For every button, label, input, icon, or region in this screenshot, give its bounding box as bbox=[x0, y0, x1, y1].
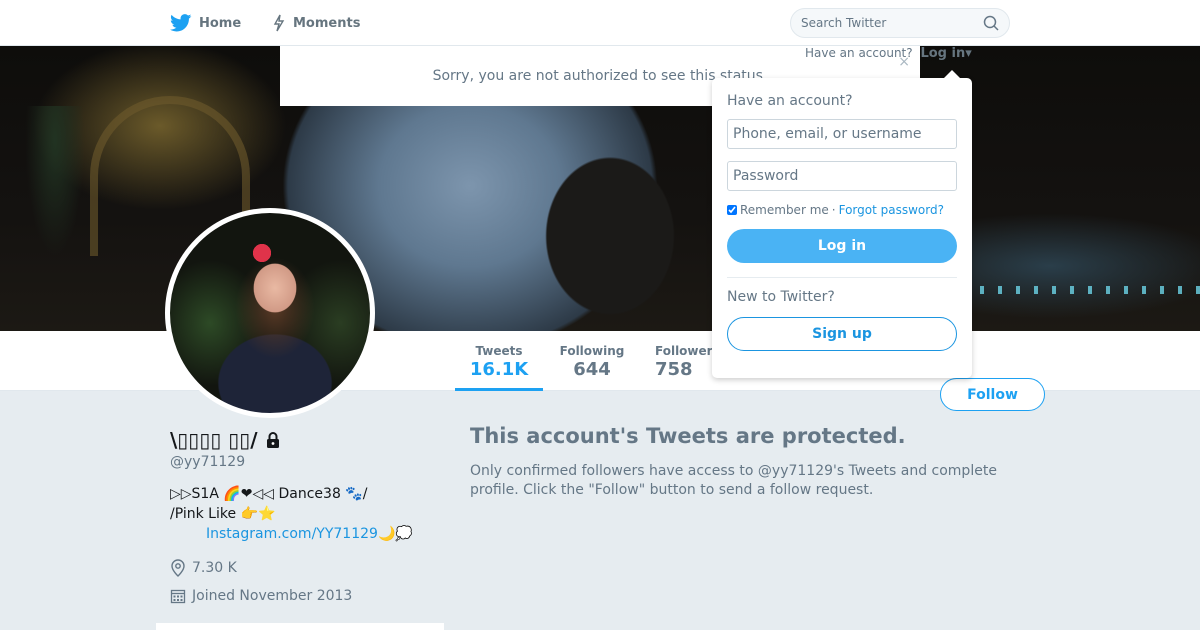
search-box bbox=[790, 8, 1010, 38]
remember-me-label: Remember me bbox=[740, 203, 829, 217]
nav-home[interactable]: Home bbox=[170, 0, 241, 46]
twitter-bird-icon bbox=[170, 14, 192, 32]
avatar[interactable] bbox=[165, 208, 375, 418]
nav-moments-label: Moments bbox=[293, 15, 361, 31]
bio-line-3: Instagram.com/YY71129🌙💭 bbox=[170, 524, 450, 544]
profile-meta: 7.30 K Joined November 2013 bbox=[170, 554, 450, 610]
stat-tweets-label: Tweets bbox=[475, 344, 523, 358]
nav-home-label: Home bbox=[199, 15, 242, 31]
profile-name-row: \▯▯▯▯ ▯▯/ bbox=[170, 428, 450, 452]
chevron-down-icon: ▾ bbox=[965, 46, 972, 61]
calendar-icon bbox=[170, 588, 186, 604]
protected-notice: This account's Tweets are protected. Onl… bbox=[470, 424, 1030, 500]
dropdown-divider bbox=[727, 277, 957, 278]
forgot-password-link[interactable]: Forgot password? bbox=[839, 203, 944, 217]
top-navigation: Home Moments bbox=[0, 0, 1200, 46]
profile-sidebar: \▯▯▯▯ ▯▯/ @yy71129 ▷▷S1A 🌈❤◁◁ Dance38 🐾/… bbox=[170, 428, 450, 610]
lock-icon bbox=[264, 431, 282, 449]
bio-link-suffix: 🌙💭 bbox=[377, 526, 413, 542]
remember-me-checkbox[interactable] bbox=[727, 205, 737, 215]
stat-tweets[interactable]: Tweets 16.1K bbox=[455, 331, 543, 391]
profile-name[interactable]: \▯▯▯▯ ▯▯/ bbox=[170, 428, 258, 452]
search-icon[interactable] bbox=[983, 15, 999, 31]
profile-location: 7.30 K bbox=[192, 560, 237, 576]
login-hint-prompt: Have an account? bbox=[805, 46, 913, 60]
login-dropdown-toggle[interactable]: Log in▾ bbox=[920, 46, 971, 61]
lightning-icon bbox=[272, 14, 286, 32]
header-lights-decoration bbox=[980, 286, 1200, 294]
bio-line-2: /Pink Like 👉⭐ bbox=[170, 506, 276, 522]
signup-button[interactable]: Sign up bbox=[727, 317, 957, 351]
password-field[interactable] bbox=[727, 161, 957, 191]
login-dropdown: Have an account? Remember me · Forgot pa… bbox=[712, 70, 972, 378]
remember-row: Remember me · Forgot password? bbox=[727, 203, 957, 217]
stat-following-label: Following bbox=[559, 344, 625, 358]
sidebar-card bbox=[156, 623, 444, 630]
stat-following-value: 644 bbox=[573, 359, 611, 380]
bio-instagram-link[interactable]: Instagram.com/YY71129 bbox=[206, 526, 378, 542]
profile-location-row: 7.30 K bbox=[170, 554, 450, 582]
login-link-label: Log in bbox=[920, 46, 966, 61]
nav-moments[interactable]: Moments bbox=[272, 0, 360, 46]
profile-handle[interactable]: @yy71129 bbox=[170, 454, 450, 470]
stat-following[interactable]: Following 644 bbox=[555, 331, 629, 391]
header-palm-decoration bbox=[20, 106, 90, 276]
follow-button[interactable]: Follow bbox=[940, 378, 1045, 411]
profile-joined-row: Joined November 2013 bbox=[170, 582, 450, 610]
login-dropdown-title: Have an account? bbox=[727, 93, 853, 109]
bio-line-1: ▷▷S1A 🌈❤◁◁ Dance38 🐾/ bbox=[170, 486, 368, 502]
profile-joined: Joined November 2013 bbox=[192, 588, 353, 604]
new-to-twitter-prompt: New to Twitter? bbox=[727, 289, 835, 305]
protected-heading: This account's Tweets are protected. bbox=[470, 424, 906, 448]
username-field[interactable] bbox=[727, 119, 957, 149]
protected-body: Only confirmed followers have access to … bbox=[470, 463, 997, 498]
stat-tweets-value: 16.1K bbox=[469, 359, 529, 380]
location-icon bbox=[170, 559, 186, 577]
login-hint: Have an account? Log in▾ bbox=[805, 46, 972, 61]
login-button[interactable]: Log in bbox=[727, 229, 957, 263]
header-silhouette-decoration bbox=[520, 126, 700, 326]
profile-bio: ▷▷S1A 🌈❤◁◁ Dance38 🐾/ /Pink Like 👉⭐ Inst… bbox=[170, 484, 450, 544]
search-input[interactable] bbox=[801, 16, 971, 30]
remember-separator: · bbox=[831, 203, 836, 217]
